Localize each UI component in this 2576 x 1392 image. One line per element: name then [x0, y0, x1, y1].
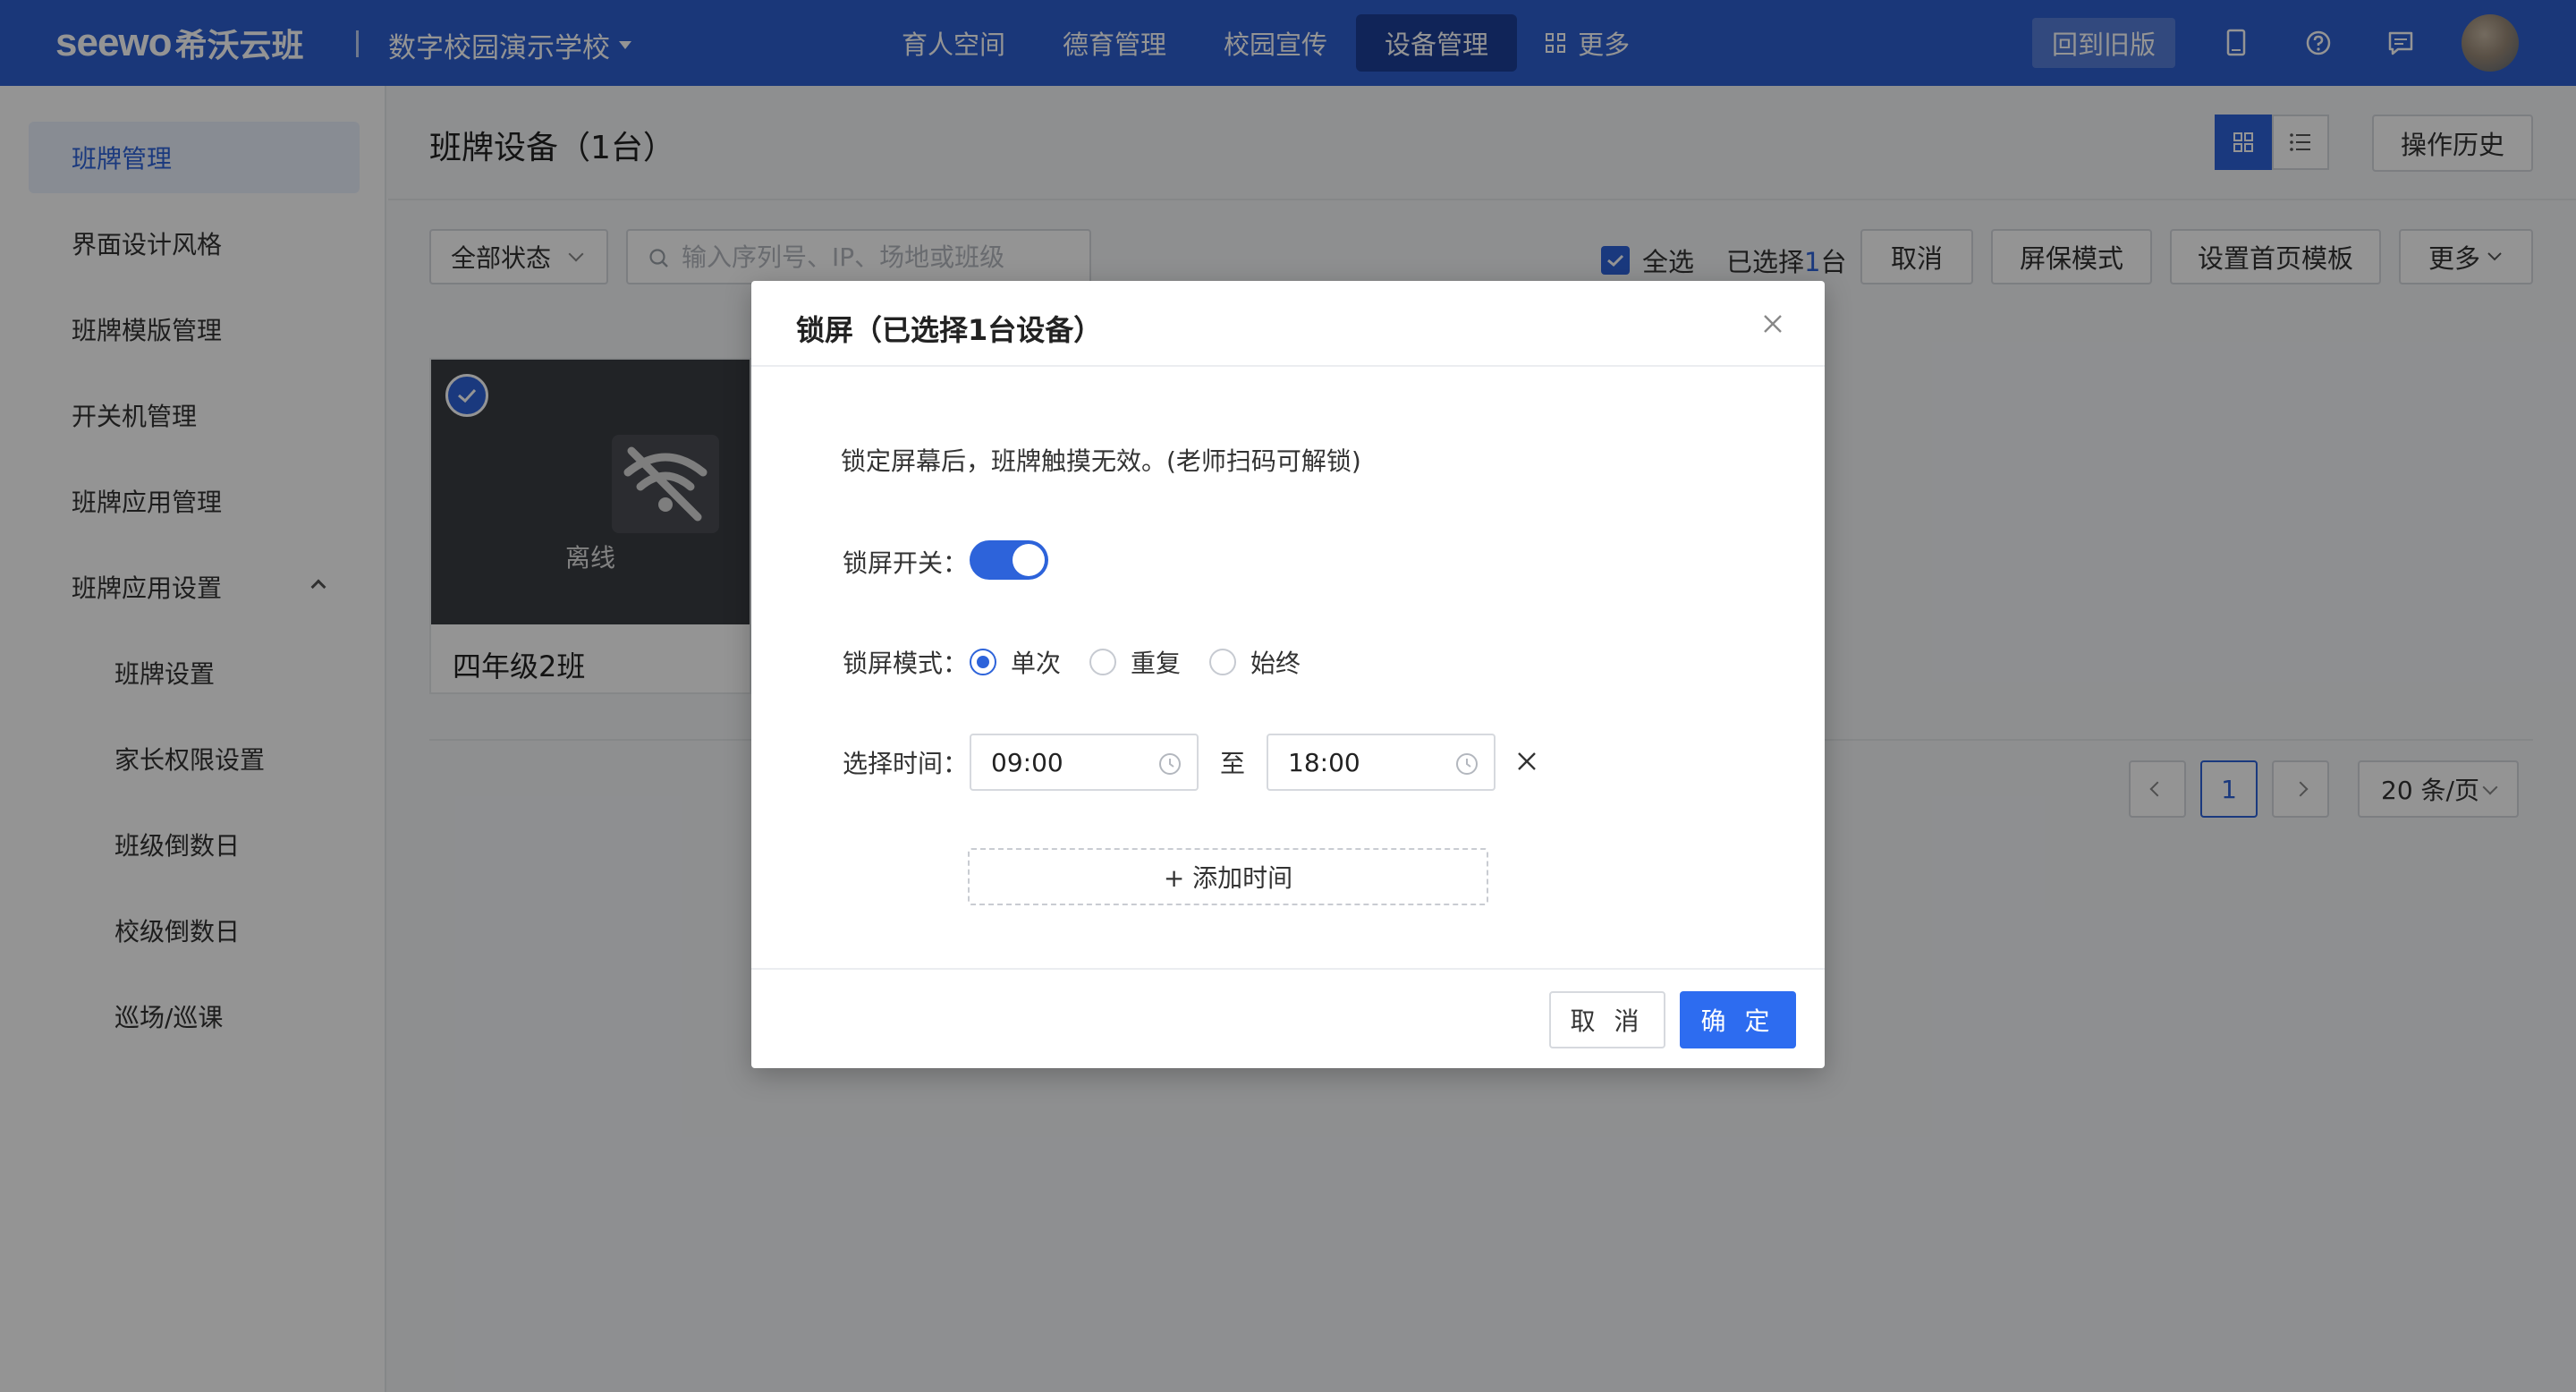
mode-repeat-label: 重复: [1131, 649, 1182, 678]
clock-icon: [1159, 753, 1181, 775]
dialog-title: 锁屏（已选择1台设备）: [796, 313, 1103, 347]
time-label: 选择时间：: [843, 749, 969, 778]
dialog-description: 锁定屏幕后，班牌触摸无效。(老师扫码可解锁): [841, 446, 1361, 476]
start-time-value: 09:00: [991, 747, 1063, 777]
dialog-footer-divider: [751, 968, 1825, 970]
lock-mode-radio-group: 单次 重复 始终: [970, 644, 1329, 680]
dialog-header-divider: [751, 365, 1825, 367]
switch-knob: [1013, 544, 1045, 576]
close-icon[interactable]: [1758, 310, 1787, 338]
radio-unchecked-icon: [1209, 649, 1237, 675]
dialog-confirm-button[interactable]: 确 定: [1680, 991, 1796, 1048]
start-time-picker[interactable]: 09:00: [970, 734, 1199, 791]
lock-mode-label: 锁屏模式：: [843, 649, 969, 678]
lock-switch-label: 锁屏开关：: [843, 548, 969, 578]
add-time-button[interactable]: + 添加时间: [968, 848, 1488, 905]
mode-once-radio[interactable]: 单次: [970, 644, 1061, 680]
mode-always-radio[interactable]: 始终: [1209, 644, 1301, 680]
time-range-separator: 至: [1220, 749, 1246, 778]
mode-always-label: 始终: [1250, 649, 1301, 678]
lock-screen-dialog: 锁屏（已选择1台设备） 锁定屏幕后，班牌触摸无效。(老师扫码可解锁) 锁屏开关：…: [751, 281, 1825, 1068]
mode-once-label: 单次: [1011, 649, 1062, 678]
mode-repeat-radio[interactable]: 重复: [1089, 644, 1181, 680]
dialog-cancel-button[interactable]: 取 消: [1549, 991, 1665, 1048]
lock-switch-toggle[interactable]: [970, 540, 1048, 580]
end-time-value: 18:00: [1288, 747, 1360, 777]
radio-checked-icon: [970, 649, 996, 675]
clock-icon: [1456, 753, 1478, 775]
remove-time-icon[interactable]: [1513, 748, 1540, 775]
end-time-picker[interactable]: 18:00: [1267, 734, 1496, 791]
radio-unchecked-icon: [1089, 649, 1117, 675]
